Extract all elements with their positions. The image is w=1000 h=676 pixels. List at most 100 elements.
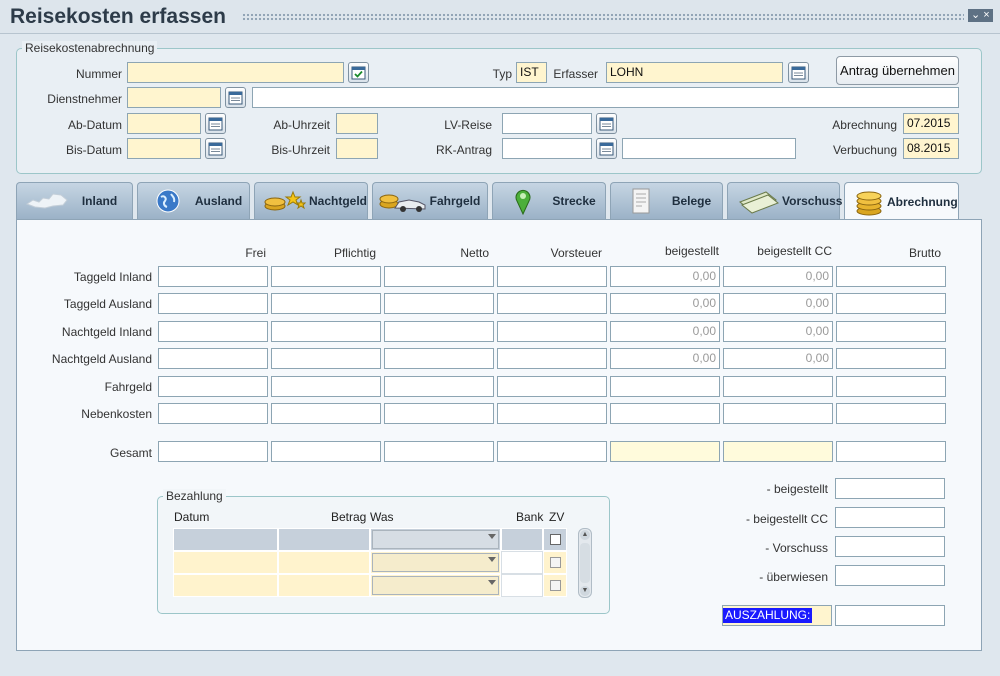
cell-beigestellt[interactable]: 0,00 <box>610 266 720 287</box>
gesamt-beigestellt-cc[interactable] <box>723 441 833 462</box>
nummer-input[interactable] <box>127 62 344 83</box>
cell-vorsteuer[interactable] <box>497 376 607 397</box>
cell-brutto[interactable] <box>836 293 946 314</box>
auszahlung-field[interactable] <box>835 605 945 626</box>
cell-pflichtig[interactable] <box>271 293 381 314</box>
bezahlung-scrollbar[interactable]: ▲ ▼ <box>578 528 592 598</box>
summary-beigestellt-field[interactable] <box>835 478 945 499</box>
bezahlung-row-3-bank[interactable] <box>501 574 543 597</box>
cell-frei[interactable] <box>158 376 268 397</box>
nummer-lookup-button[interactable] <box>348 62 369 83</box>
cell-vorsteuer[interactable] <box>497 293 607 314</box>
cell-frei[interactable] <box>158 348 268 369</box>
gesamt-vorsteuer[interactable] <box>497 441 607 462</box>
cell-beigestellt-cc[interactable]: 0,00 <box>723 266 833 287</box>
abrechnung-period-input[interactable]: 07.2015 <box>903 113 959 134</box>
cell-beigestellt-cc[interactable]: 0,00 <box>723 293 833 314</box>
cell-beigestellt-cc[interactable] <box>723 376 833 397</box>
gesamt-brutto[interactable] <box>836 441 946 462</box>
cell-vorsteuer[interactable] <box>497 403 607 424</box>
verbuchung-period-input[interactable]: 08.2015 <box>903 138 959 159</box>
cell-netto[interactable] <box>384 376 494 397</box>
cell-beigestellt[interactable]: 0,00 <box>610 293 720 314</box>
rk-antrag-text-field[interactable] <box>622 138 796 159</box>
cell-frei[interactable] <box>158 321 268 342</box>
bezahlung-row-3-datum[interactable] <box>173 574 278 597</box>
cell-brutto[interactable] <box>836 376 946 397</box>
dienstnehmer-name-field[interactable] <box>252 87 959 108</box>
tab-inland[interactable]: Inland <box>16 182 133 219</box>
ab-uhrzeit-input[interactable] <box>336 113 378 134</box>
dienstnehmer-lookup-button[interactable] <box>225 87 246 108</box>
gesamt-frei[interactable] <box>158 441 268 462</box>
antrag-uebernehmen-button[interactable]: Antrag übernehmen <box>836 56 959 85</box>
gesamt-netto[interactable] <box>384 441 494 462</box>
cell-netto[interactable] <box>384 403 494 424</box>
cell-frei[interactable] <box>158 266 268 287</box>
bezahlung-row-3-zv[interactable] <box>543 574 567 597</box>
tab-ausland[interactable]: Ausland <box>137 182 250 219</box>
lv-reise-input[interactable] <box>502 113 592 134</box>
cell-beigestellt[interactable] <box>610 376 720 397</box>
tab-abrechnung[interactable]: Abrechnung <box>844 182 959 220</box>
cell-pflichtig[interactable] <box>271 376 381 397</box>
cell-pflichtig[interactable] <box>271 403 381 424</box>
cell-netto[interactable] <box>384 266 494 287</box>
bezahlung-row-2-zv[interactable] <box>543 551 567 574</box>
rk-antrag-input[interactable] <box>502 138 592 159</box>
cell-brutto[interactable] <box>836 266 946 287</box>
bezahlung-row-1-betrag[interactable] <box>278 528 370 551</box>
was-select-2[interactable] <box>372 553 499 572</box>
bezahlung-row-3-was[interactable] <box>370 574 501 597</box>
bis-datum-input[interactable] <box>127 138 201 159</box>
cell-vorsteuer[interactable] <box>497 321 607 342</box>
summary-vorschuss-field[interactable] <box>835 536 945 557</box>
bezahlung-row-1-bank[interactable] <box>501 528 543 551</box>
zv-checkbox-2[interactable] <box>550 557 561 568</box>
bezahlung-row-2-bank[interactable] <box>501 551 543 574</box>
scroll-thumb[interactable] <box>580 543 590 583</box>
summary-beigestellt-cc-field[interactable] <box>835 507 945 528</box>
bezahlung-row-2-datum[interactable] <box>173 551 278 574</box>
tab-vorschuss[interactable]: Vorschuss <box>727 182 842 219</box>
tab-fahrgeld[interactable]: Fahrgeld <box>372 182 488 219</box>
cell-brutto[interactable] <box>836 403 946 424</box>
ab-datum-input[interactable] <box>127 113 201 134</box>
rk-antrag-lookup-button[interactable] <box>596 138 617 159</box>
lv-reise-lookup-button[interactable] <box>596 113 617 134</box>
cell-beigestellt-cc[interactable]: 0,00 <box>723 321 833 342</box>
erfasser-lookup-button[interactable] <box>788 62 809 83</box>
bis-uhrzeit-input[interactable] <box>336 138 378 159</box>
cell-vorsteuer[interactable] <box>497 266 607 287</box>
cell-beigestellt[interactable] <box>610 403 720 424</box>
scroll-down-icon[interactable]: ▼ <box>580 586 590 596</box>
cell-vorsteuer[interactable] <box>497 348 607 369</box>
bezahlung-row-2-betrag[interactable] <box>278 551 370 574</box>
summary-ueberwiesen-field[interactable] <box>835 565 945 586</box>
cell-netto[interactable] <box>384 321 494 342</box>
was-select-1[interactable] <box>372 530 499 549</box>
tab-nachtgeld[interactable]: Nachtgeld <box>254 182 368 219</box>
gesamt-pflichtig[interactable] <box>271 441 381 462</box>
cell-beigestellt-cc[interactable] <box>723 403 833 424</box>
bis-datum-calendar-button[interactable] <box>205 138 226 159</box>
cell-beigestellt[interactable]: 0,00 <box>610 348 720 369</box>
gesamt-beigestellt[interactable] <box>610 441 720 462</box>
bezahlung-row-1-was[interactable] <box>370 528 501 551</box>
zv-checkbox-3[interactable] <box>550 580 561 591</box>
typ-input[interactable]: IST <box>516 62 547 83</box>
cell-brutto[interactable] <box>836 348 946 369</box>
ab-datum-calendar-button[interactable] <box>205 113 226 134</box>
cell-beigestellt[interactable]: 0,00 <box>610 321 720 342</box>
tab-belege[interactable]: Belege <box>610 182 723 219</box>
zv-checkbox-1[interactable] <box>550 534 561 545</box>
cell-pflichtig[interactable] <box>271 321 381 342</box>
cell-pflichtig[interactable] <box>271 348 381 369</box>
bezahlung-row-1-datum[interactable] <box>173 528 278 551</box>
was-select-3[interactable] <box>372 576 499 595</box>
cell-netto[interactable] <box>384 293 494 314</box>
window-controls-icon[interactable]: ⌄ × <box>968 9 993 22</box>
cell-netto[interactable] <box>384 348 494 369</box>
bezahlung-row-3-betrag[interactable] <box>278 574 370 597</box>
erfasser-input[interactable]: LOHN <box>606 62 783 83</box>
